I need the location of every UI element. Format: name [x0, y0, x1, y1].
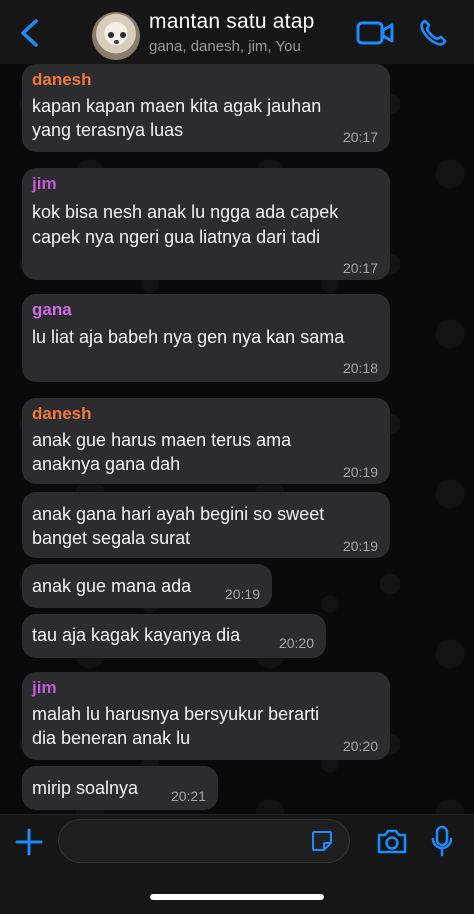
message-text-line: malah lu harusnya bersyukur berarti — [32, 704, 320, 724]
message-text-line: anak gue mana ada — [32, 576, 192, 596]
message-text-line: banget segala surat — [32, 528, 191, 548]
message-sender: gana — [32, 300, 72, 319]
message-text-line: anaknya gana dah — [32, 454, 181, 474]
message-input[interactable] — [58, 819, 350, 863]
chat-participants[interactable]: gana, danesh, jim, You — [149, 38, 301, 55]
message-bubble[interactable]: mirip soalnya 20:21 — [22, 766, 218, 810]
camera-icon[interactable] — [376, 827, 408, 855]
message-time: 20:17 — [342, 260, 378, 276]
chat-title[interactable]: mantan satu atap — [149, 10, 314, 34]
message-time: 20:19 — [342, 538, 378, 554]
message-composer — [0, 814, 474, 914]
message-text-line: capek nya ngeri gua liatnya dari tadi — [32, 227, 321, 247]
message-bubble[interactable]: anak gana hari ayah begini so sweet bang… — [22, 492, 390, 558]
message-sender: jim — [32, 174, 57, 193]
avatar-nose — [114, 40, 119, 44]
chat-header: mantan satu atap gana, danesh, jim, You — [0, 0, 474, 65]
message-time: 20:20 — [342, 738, 378, 754]
message-text-line: yang terasnya luas — [32, 120, 184, 140]
message-time: 20:19 — [342, 464, 378, 480]
message-time: 20:20 — [278, 635, 314, 651]
message-sender: danesh — [32, 404, 92, 423]
message-text-line: tau aja kagak kayanya dia — [32, 625, 241, 645]
message-bubble[interactable]: danesh kapan kapan maen kita agak jauhan… — [22, 64, 390, 152]
message-time: 20:21 — [170, 788, 206, 804]
group-avatar[interactable] — [92, 12, 140, 60]
phone-icon[interactable] — [418, 18, 448, 48]
microphone-icon[interactable] — [430, 825, 454, 857]
video-call-icon[interactable] — [356, 18, 394, 48]
message-text-line: anak gue harus maen terus ama — [32, 430, 292, 450]
avatar-eye — [120, 32, 126, 38]
home-indicator — [150, 894, 324, 900]
message-text-line: anak gana hari ayah begini so sweet — [32, 504, 325, 524]
plus-icon[interactable] — [14, 827, 44, 857]
message-time: 20:17 — [342, 129, 378, 145]
message-text-line: dia beneran anak lu — [32, 728, 191, 748]
message-time: 20:18 — [342, 360, 378, 376]
message-time: 20:19 — [224, 586, 260, 602]
avatar-eye — [108, 32, 114, 38]
message-text-line: lu liat aja babeh nya gen nya kan sama — [32, 327, 345, 347]
message-bubble[interactable]: gana lu liat aja babeh nya gen nya kan s… — [22, 294, 390, 382]
message-list[interactable]: danesh kapan kapan maen kita agak jauhan… — [0, 64, 474, 814]
message-bubble[interactable]: jim kok bisa nesh anak lu ngga ada capek… — [22, 168, 390, 280]
message-sender: danesh — [32, 70, 92, 89]
sticker-icon[interactable] — [310, 829, 334, 853]
message-bubble[interactable]: anak gue mana ada 20:19 — [22, 564, 272, 608]
message-text-line: mirip soalnya — [32, 778, 139, 798]
message-bubble[interactable]: jim malah lu harusnya bersyukur berarti … — [22, 672, 390, 760]
chevron-left-icon[interactable] — [18, 18, 42, 48]
message-text-line: kok bisa nesh anak lu ngga ada capek — [32, 202, 339, 222]
message-bubble[interactable]: tau aja kagak kayanya dia 20:20 — [22, 614, 326, 658]
message-sender: jim — [32, 678, 57, 697]
message-bubble[interactable]: danesh anak gue harus maen terus ama ana… — [22, 398, 390, 484]
message-text-line: kapan kapan maen kita agak jauhan — [32, 96, 322, 116]
